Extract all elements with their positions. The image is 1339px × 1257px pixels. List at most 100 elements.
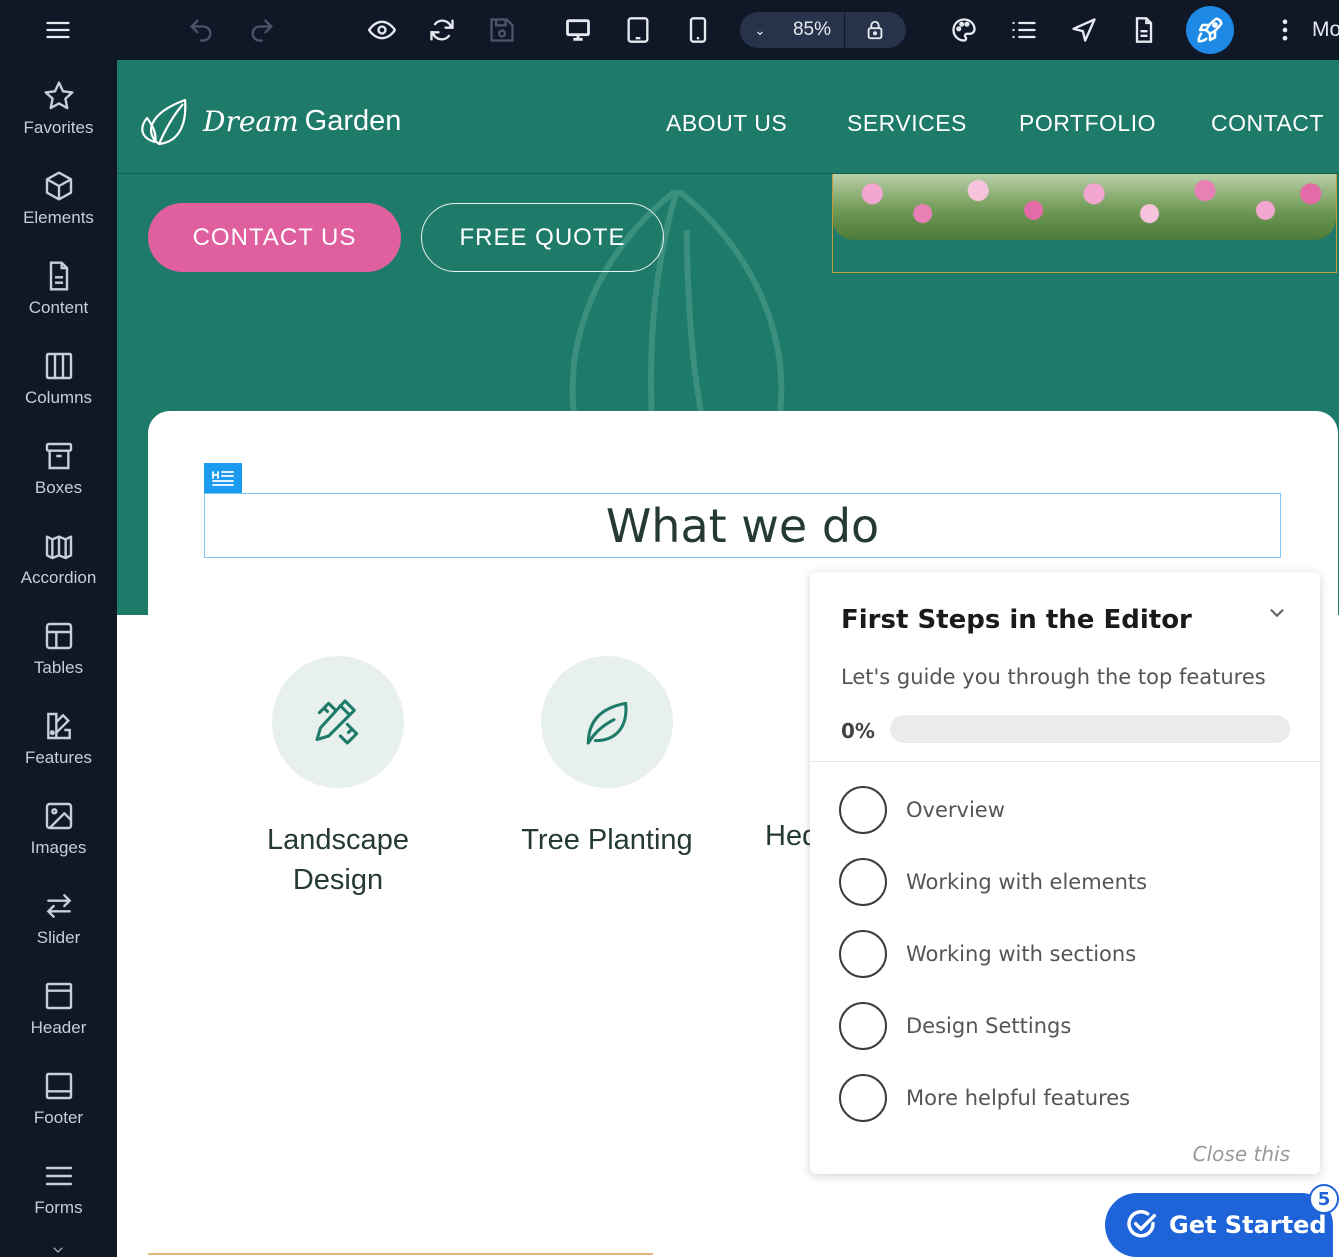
sidebar-item-slider[interactable]: Slider (0, 870, 117, 956)
step-checkbox-icon[interactable] (839, 858, 887, 906)
service-icon-circle (541, 656, 673, 788)
sidebar-item-content[interactable]: Content (0, 240, 117, 326)
panel-divider (810, 761, 1320, 762)
nav-link-services[interactable]: SERVICES (847, 110, 967, 137)
step-label: Working with sections (906, 942, 1137, 966)
document-icon (49, 261, 68, 291)
desktop-view-icon[interactable] (561, 13, 595, 47)
accordion-icon (45, 535, 72, 560)
sidebar-item-label: Footer (33, 1108, 84, 1127)
progress-bar (890, 715, 1290, 743)
nav-link-portfolio[interactable]: PORTFOLIO (1019, 110, 1156, 137)
free-quote-button[interactable]: FREE QUOTE (421, 203, 664, 272)
panel-subtitle: Let's guide you through the top features (841, 665, 1266, 689)
menu-icon[interactable] (41, 13, 75, 47)
progress-percent: 0% (841, 719, 875, 743)
nav-link-contact[interactable]: CONTACT (1211, 110, 1324, 137)
step-checkbox-icon[interactable] (839, 786, 887, 834)
service-title: Tree Planting (521, 824, 693, 856)
forms-icon (45, 1166, 72, 1186)
sidebar-item-label: Columns (24, 388, 93, 407)
collapse-chevron-icon[interactable] (1266, 602, 1288, 624)
sidebar-item-columns[interactable]: Columns (0, 330, 117, 416)
mobile-view-icon[interactable] (681, 13, 715, 47)
sidebar-item-header[interactable]: Header (0, 960, 117, 1046)
palette-icon[interactable] (947, 13, 981, 47)
contact-us-button[interactable]: CONTACT US (148, 203, 401, 272)
refresh-icon[interactable] (425, 13, 459, 47)
sidebar-item-accordion[interactable]: Accordion (0, 510, 117, 596)
step-label: Working with elements (906, 870, 1148, 894)
section-heading-box[interactable]: What we do (204, 493, 1281, 558)
section-heading[interactable]: What we do (606, 499, 879, 553)
sidebar-item-tables[interactable]: Tables (0, 600, 117, 686)
sidebar-item-label: Tables (33, 658, 84, 677)
step-more-helpful-features[interactable]: More helpful features (839, 1073, 1299, 1123)
editor-toolbar: ⌄ 85% Mo (0, 0, 1339, 60)
step-overview[interactable]: Overview (839, 785, 1299, 835)
get-started-button[interactable]: Get Started (1105, 1193, 1333, 1257)
lock-icon[interactable] (845, 19, 905, 41)
sidebar-item-footer[interactable]: Footer (0, 1050, 117, 1136)
page-icon[interactable] (1127, 13, 1161, 47)
nav-link-about-us[interactable]: ABOUT US (666, 110, 787, 137)
step-label: Overview (906, 798, 1005, 822)
redo-icon[interactable] (245, 13, 279, 47)
sidebar-item-images[interactable]: Images (0, 780, 117, 866)
sidebar-item-label: Boxes (34, 478, 83, 497)
more-menu-label[interactable]: Mo (1312, 18, 1339, 42)
step-working-with-elements[interactable]: Working with elements (839, 857, 1299, 907)
columns-icon (45, 352, 72, 380)
site-logo[interactable]: Dream Garden (137, 94, 401, 148)
sidebar-item-label: Accordion (20, 568, 97, 587)
footer-icon (45, 1072, 72, 1100)
logo-text-dream: Dream (203, 104, 299, 138)
service-title-line: Landscape (267, 824, 409, 856)
logo-text-garden: Garden (304, 104, 402, 137)
sidebar-item-features[interactable]: Features (0, 690, 117, 776)
sidebar-item-forms[interactable]: Forms (0, 1140, 117, 1226)
sidebar-item-label: Slider (36, 928, 81, 947)
star-icon (43, 81, 74, 110)
features-icon (46, 712, 71, 740)
save-icon[interactable] (485, 13, 519, 47)
sidebar-item-label: Content (28, 298, 89, 317)
undo-icon[interactable] (184, 13, 218, 47)
publish-rocket-icon[interactable] (1186, 6, 1234, 54)
step-design-settings[interactable]: Design Settings (839, 1001, 1299, 1051)
service-title: Landscape Design (267, 820, 409, 900)
more-vertical-icon[interactable] (1268, 13, 1302, 47)
sidebar-item-elements[interactable]: Elements (0, 150, 117, 236)
scroll-down-icon[interactable] (46, 1245, 70, 1257)
hero-flower-image[interactable] (832, 174, 1336, 240)
sidebar-item-favorites[interactable]: Favorites (0, 60, 117, 146)
service-title-line: Design (292, 864, 384, 896)
box-icon (45, 442, 72, 470)
first-steps-panel: First Steps in the Editor Let's guide yo… (810, 572, 1320, 1174)
elements-sidebar: Favorites Elements Content Columns Boxes… (0, 60, 117, 1257)
preview-eye-icon[interactable] (365, 13, 399, 47)
list-icon[interactable] (1007, 13, 1041, 47)
step-checkbox-icon[interactable] (839, 1002, 887, 1050)
header-icon (45, 982, 72, 1010)
sidebar-item-label: Features (24, 748, 93, 767)
step-working-with-sections[interactable]: Working with sections (839, 929, 1299, 979)
navigation-arrow-icon[interactable] (1067, 13, 1101, 47)
tablet-view-icon[interactable] (621, 13, 655, 47)
step-label: More helpful features (906, 1086, 1131, 1110)
chevron-down-icon[interactable]: ⌄ (740, 22, 780, 39)
sidebar-item-label: Favorites (23, 118, 94, 137)
heading-element-handle-icon[interactable] (204, 463, 242, 493)
step-checkbox-icon[interactable] (839, 1074, 887, 1122)
pencil-ruler-icon (315, 699, 359, 745)
zoom-control[interactable]: ⌄ 85% (740, 12, 906, 48)
step-checkbox-icon[interactable] (839, 930, 887, 978)
step-label: Design Settings (906, 1014, 1072, 1038)
service-item-tree-planting[interactable]: Tree Planting (507, 656, 707, 860)
get-started-label: Get Started (1169, 1211, 1327, 1239)
sidebar-item-boxes[interactable]: Boxes (0, 420, 117, 506)
check-circle-icon (1127, 1210, 1157, 1238)
service-item-landscape[interactable]: Landscape Design (238, 656, 438, 900)
panel-title: First Steps in the Editor (841, 605, 1192, 635)
close-panel-link[interactable]: Close this (1193, 1142, 1290, 1166)
